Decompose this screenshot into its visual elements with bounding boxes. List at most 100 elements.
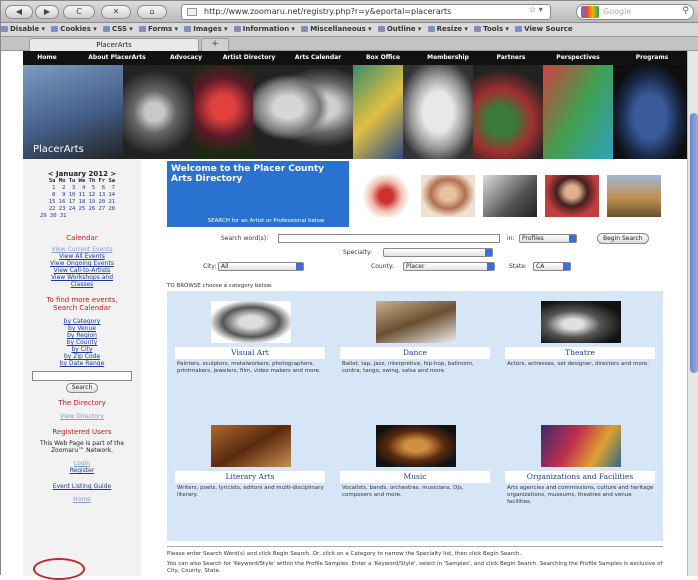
bookmark-outline[interactable]: Outline ▾ bbox=[377, 25, 421, 33]
bookmark-css[interactable]: CSS ▾ bbox=[102, 25, 133, 33]
nav-arts-calendar[interactable]: Arts Calendar bbox=[285, 51, 351, 65]
link-call-to-artists[interactable]: View Call-to-Artists bbox=[23, 267, 141, 274]
link-workshops[interactable]: View Workshops and Classes bbox=[42, 274, 122, 288]
network-text: This Web Page is part of the Zoomaru™ Ne… bbox=[39, 440, 125, 454]
calendar-search-button[interactable]: Search bbox=[65, 383, 99, 393]
thumb-portrait-image[interactable] bbox=[421, 175, 475, 217]
nav-artist-directory[interactable]: Artist Directory bbox=[213, 51, 285, 65]
search-box[interactable]: Google ⚲ bbox=[576, 4, 694, 20]
banner-flower-image bbox=[193, 65, 253, 159]
link-view-directory[interactable]: View Directory bbox=[23, 413, 141, 420]
bookmark-view-source[interactable]: View Source bbox=[515, 25, 573, 33]
url-bar[interactable]: http://www.zoomaru.net/registry.php?r=y&… bbox=[181, 4, 551, 20]
login-link[interactable]: Login bbox=[23, 460, 141, 467]
state-select[interactable]: CA bbox=[533, 262, 571, 271]
register-link[interactable]: Register bbox=[23, 467, 141, 474]
event-guide-link[interactable]: Event Listing Guide bbox=[23, 483, 141, 490]
site-logo[interactable]: PlacerArts bbox=[33, 144, 84, 155]
begin-search-button[interactable]: Begin Search bbox=[597, 233, 649, 244]
visual-art-image bbox=[211, 301, 291, 343]
nav-advocacy[interactable]: Advocacy bbox=[161, 51, 211, 65]
link-current-events[interactable]: View Current Events bbox=[23, 246, 141, 253]
browser-window: ◀ ▶ C ✕ ⌂ http://www.zoomaru.net/registr… bbox=[0, 0, 698, 580]
bookmark-information[interactable]: Information ▾ bbox=[233, 25, 295, 33]
category-dance[interactable]: Dance Ballet, tap, jazz, interpretive, h… bbox=[336, 295, 494, 412]
link-by-zip[interactable]: by Zip Code bbox=[23, 353, 141, 360]
category-title[interactable]: Music bbox=[340, 471, 490, 483]
category-literary-arts[interactable]: Literary Arts Writers, poets, lyricists,… bbox=[171, 419, 329, 536]
nav-programs[interactable]: Programs bbox=[617, 51, 687, 65]
stop-button[interactable]: ✕ bbox=[101, 5, 131, 19]
calendar-week[interactable]: 15 16 17 18 19 20 21 bbox=[23, 199, 141, 206]
home-link[interactable]: Home bbox=[23, 496, 141, 503]
nav-home[interactable]: Home bbox=[23, 51, 71, 65]
calendar-week[interactable]: 29 30 31 bbox=[23, 213, 141, 220]
link-by-county[interactable]: by County bbox=[23, 339, 141, 346]
nav-box-office[interactable]: Box Office bbox=[351, 51, 415, 65]
category-desc: Actors, actresses, set designer, directo… bbox=[507, 361, 649, 367]
link-by-category[interactable]: by Category bbox=[23, 318, 141, 325]
category-title[interactable]: Literary Arts bbox=[175, 471, 325, 483]
in-select[interactable]: Profiles bbox=[519, 234, 577, 243]
home-icon: ⌂ bbox=[149, 7, 155, 16]
banner-sculpture-image bbox=[123, 65, 193, 159]
bookmark-label: CSS bbox=[111, 25, 128, 33]
calendar-week[interactable]: 1 2 3 4 5 6 7 bbox=[23, 185, 141, 192]
bookmark-label: View Source bbox=[524, 25, 573, 33]
bookmark-cookies[interactable]: Cookies ▾ bbox=[51, 25, 97, 33]
calendar-month[interactable]: < January 2012 > bbox=[23, 171, 141, 178]
vertical-scrollbar[interactable] bbox=[687, 51, 698, 576]
category-theatre[interactable]: Theatre Actors, actresses, set designer,… bbox=[501, 295, 659, 412]
banner-abstract-image bbox=[543, 65, 613, 159]
calendar-search-input[interactable] bbox=[32, 371, 132, 381]
category-panel: Visual Art Painters, sculptors, metalwor… bbox=[167, 291, 663, 541]
search-input[interactable] bbox=[278, 234, 500, 243]
link-by-date[interactable]: by Date Range bbox=[23, 360, 141, 367]
nav-perspectives[interactable]: Perspectives bbox=[539, 51, 617, 65]
specialty-select[interactable] bbox=[383, 248, 493, 257]
link-by-city[interactable]: by City bbox=[23, 346, 141, 353]
bookmark-disable[interactable]: Disable ▾ bbox=[1, 25, 45, 33]
city-select[interactable]: All bbox=[218, 262, 304, 271]
calendar-week[interactable]: 22 23 24 25 26 27 28 bbox=[23, 206, 141, 213]
forward-icon: ▶ bbox=[43, 7, 51, 16]
bookmark-images[interactable]: Images ▾ bbox=[184, 25, 228, 33]
bookmark-tools[interactable]: Tools ▾ bbox=[474, 25, 509, 33]
bookmark-miscellaneous[interactable]: Miscellaneous ▾ bbox=[301, 25, 372, 33]
nav-membership[interactable]: Membership bbox=[415, 51, 481, 65]
header-banner: PlacerArts bbox=[23, 65, 687, 159]
category-desc: Arts agencies and commissions, culture a… bbox=[507, 485, 654, 505]
link-by-region[interactable]: by Region bbox=[23, 332, 141, 339]
category-title[interactable]: Dance bbox=[340, 347, 490, 359]
thumb-artwork-image[interactable] bbox=[359, 175, 413, 217]
calendar-week[interactable]: 8 9 10 11 12 13 14 bbox=[23, 192, 141, 199]
bookmark-label: Outline bbox=[386, 25, 416, 33]
tab-placerarts[interactable]: PlacerArts bbox=[29, 38, 199, 51]
thumb-landscape-image[interactable] bbox=[607, 175, 661, 217]
link-by-venue[interactable]: by Venue bbox=[23, 325, 141, 332]
link-all-events[interactable]: View All Events bbox=[23, 253, 141, 260]
thumb-performer-image[interactable] bbox=[545, 175, 599, 217]
category-music[interactable]: Music Vocalists, bands, orchestras, musi… bbox=[336, 419, 494, 536]
bookmark-icon bbox=[474, 26, 482, 32]
category-organizations[interactable]: Organizations and Facilities Arts agenci… bbox=[501, 419, 659, 536]
back-button[interactable]: ◀ bbox=[5, 5, 33, 19]
new-tab-button[interactable]: + bbox=[201, 38, 229, 51]
forward-button[interactable]: ▶ bbox=[35, 5, 59, 19]
scrollbar-thumb[interactable] bbox=[690, 113, 698, 373]
bookmark-forms[interactable]: Forms ▾ bbox=[139, 25, 178, 33]
home-button[interactable]: ⌂ bbox=[137, 5, 167, 19]
thumb-bw-image[interactable] bbox=[483, 175, 537, 217]
bookmark-star-icon[interactable]: ☆ ▾ bbox=[529, 5, 543, 14]
category-title[interactable]: Visual Art bbox=[175, 347, 325, 359]
nav-partners[interactable]: Partners bbox=[483, 51, 539, 65]
category-title[interactable]: Theatre bbox=[505, 347, 655, 359]
link-ongoing-events[interactable]: View Ongoing Events bbox=[23, 260, 141, 267]
search-icon[interactable]: ⚲ bbox=[682, 4, 689, 18]
category-visual-art[interactable]: Visual Art Painters, sculptors, metalwor… bbox=[171, 295, 329, 412]
nav-about[interactable]: About PlacerArts bbox=[73, 51, 161, 65]
reload-button[interactable]: C bbox=[63, 5, 95, 19]
county-select[interactable]: Placer bbox=[403, 262, 495, 271]
category-title[interactable]: Organizations and Facilities bbox=[505, 471, 655, 483]
bookmark-resize[interactable]: Resize ▾ bbox=[427, 25, 468, 33]
